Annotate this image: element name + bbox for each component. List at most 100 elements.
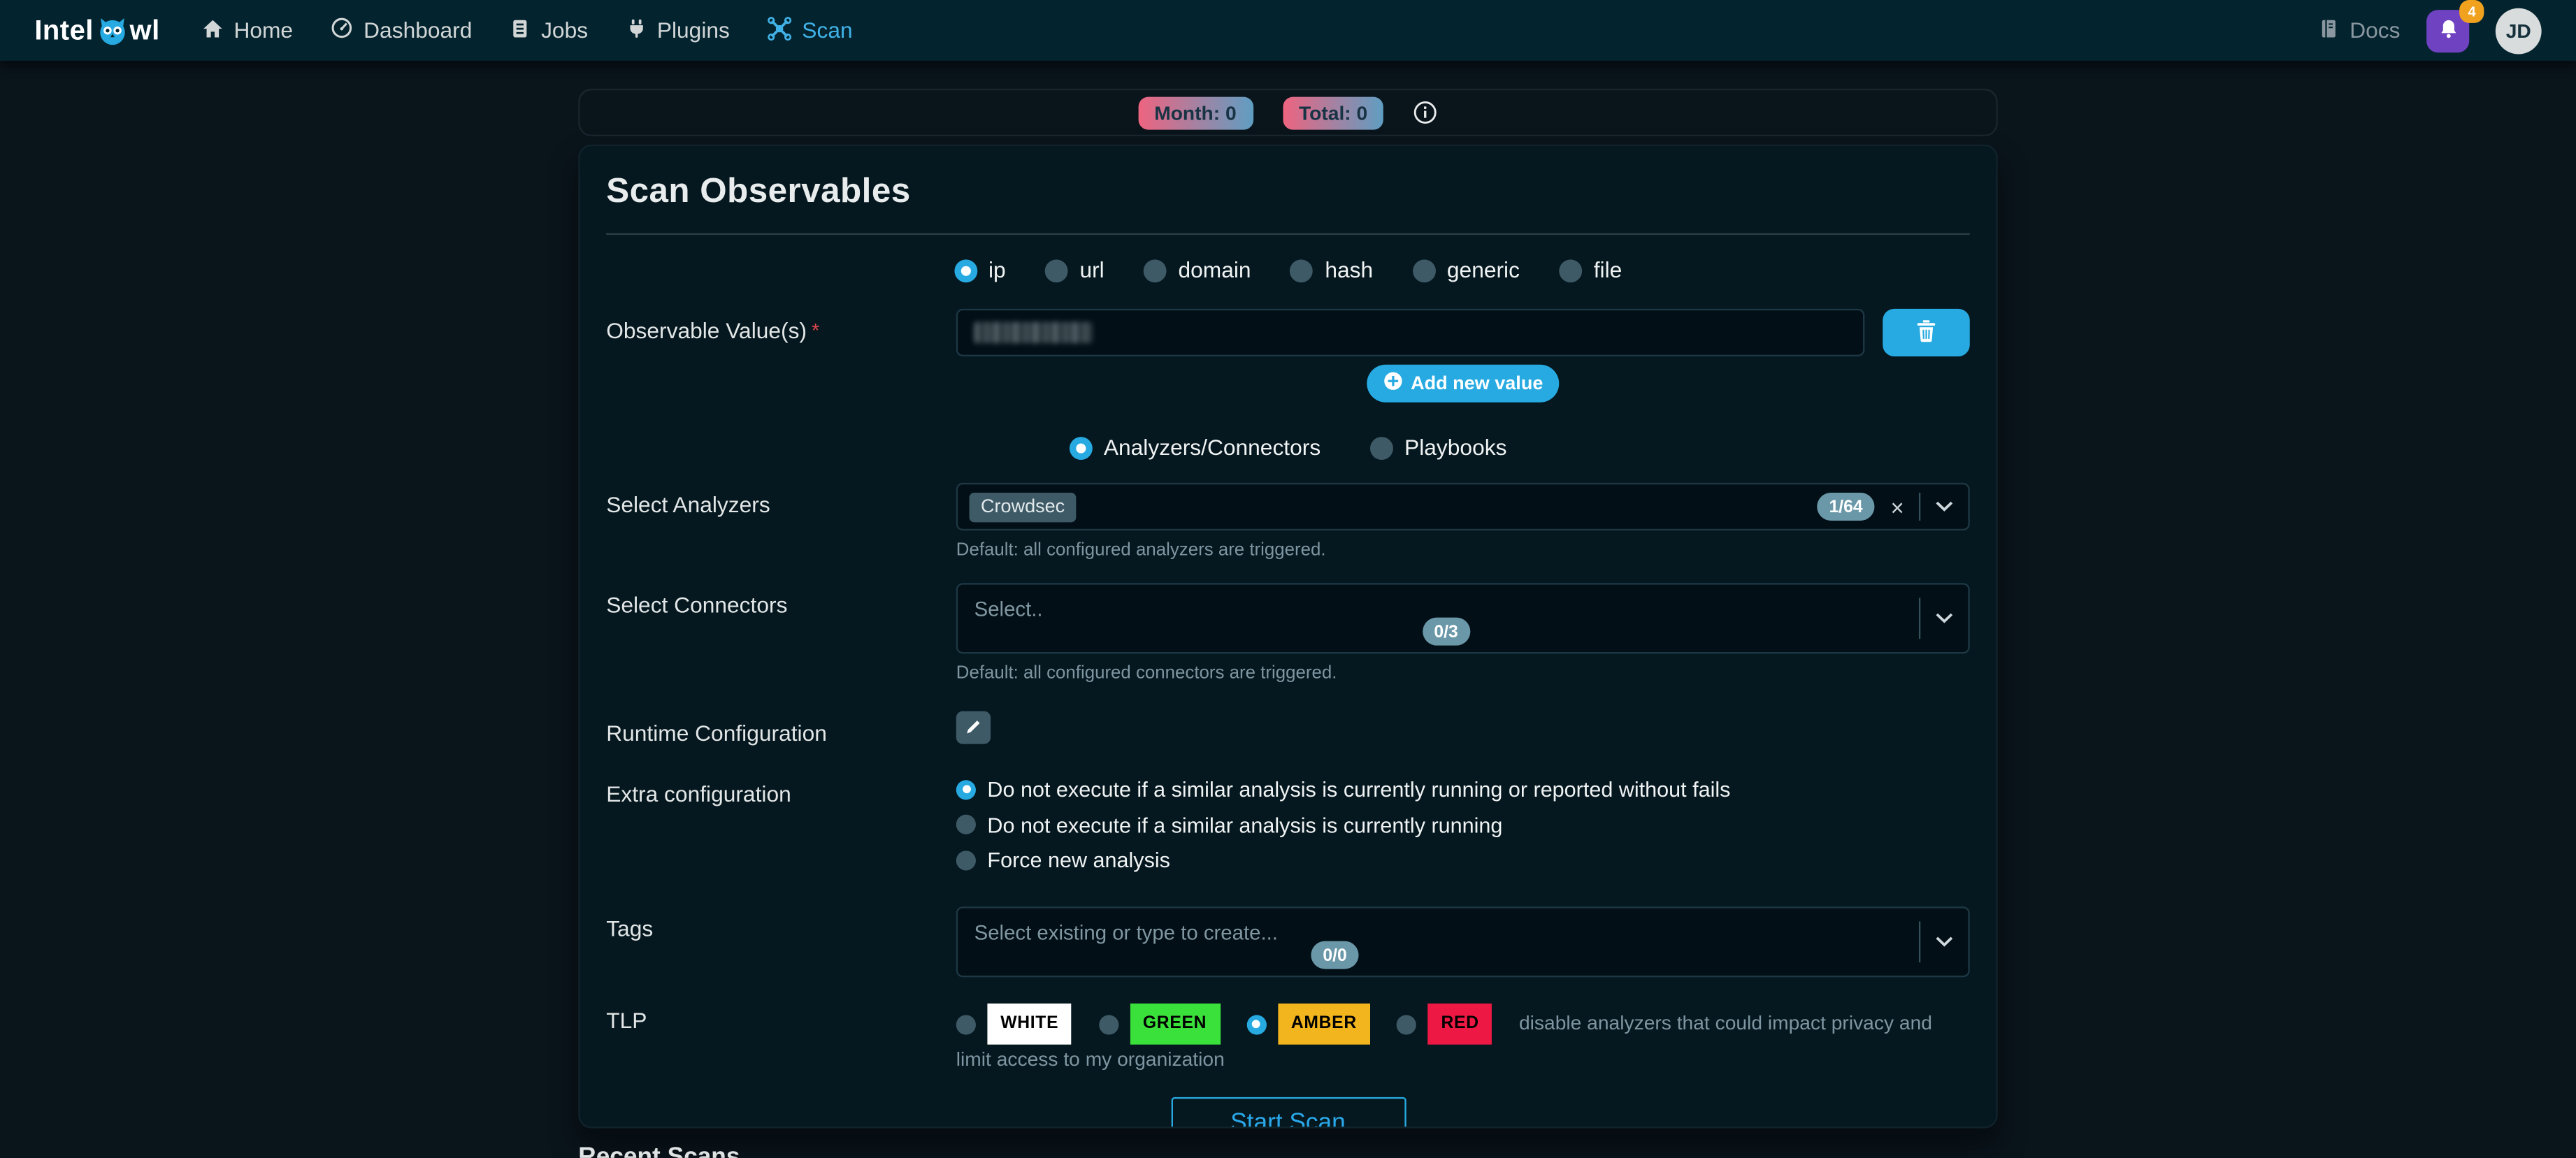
radio-icon (1098, 1014, 1118, 1034)
brand-logo[interactable]: Intel wl (34, 14, 159, 47)
tlp-row: TLP WHITE GREEN AMBER RED dis (606, 999, 1970, 1076)
brand-text-suffix: wl (130, 14, 160, 47)
connectors-multiselect[interactable]: Select.. 0/3 (956, 583, 1970, 653)
type-radio-generic[interactable]: generic (1413, 258, 1520, 282)
analyzers-count-badge: 1/64 (1818, 493, 1874, 521)
analyzers-multiselect[interactable]: Crowdsec 1/64 × (956, 483, 1970, 530)
scan-observables-card: Scan Observables ip url domain hash (578, 145, 1998, 1129)
chevron-down-icon[interactable] (1935, 613, 1953, 624)
docs-link[interactable]: Docs (2319, 17, 2401, 44)
owl-logo-icon (97, 15, 129, 45)
type-radio-ip[interactable]: ip (954, 258, 1006, 282)
nav-item-plugins[interactable]: Plugins (626, 15, 730, 45)
radio-icon (956, 779, 976, 799)
required-asterisk: * (812, 319, 819, 342)
radio-icon (956, 1014, 976, 1034)
docs-label: Docs (2350, 18, 2400, 43)
total-count-badge: Total: 0 (1283, 96, 1384, 129)
month-count-badge: Month: 0 (1138, 96, 1253, 129)
intelowl-scan-page: Intel wl (0, 0, 2576, 1158)
pencil-icon (965, 715, 983, 739)
extra-radio-force-new[interactable]: Force new analysis (956, 848, 1970, 872)
start-scan-button[interactable]: Start Scan (1170, 1097, 1405, 1129)
tlp-radio-white[interactable]: WHITE (956, 1004, 1072, 1045)
delete-value-button[interactable] (1883, 309, 1970, 356)
nav-label: Scan (802, 18, 852, 43)
nav-item-scan[interactable]: Scan (768, 15, 853, 45)
tags-placeholder: Select existing or type to create... (974, 921, 1278, 944)
radio-icon (1397, 1014, 1416, 1034)
user-avatar[interactable]: JD (2496, 8, 2542, 54)
brand-text-prefix: Intel (34, 14, 93, 47)
extra-radio-no-execute-reported[interactable]: Do not execute if a similar analysis is … (956, 777, 1970, 802)
add-new-value-button[interactable]: Add new value (1367, 365, 1560, 403)
select-connectors-label: Select Connectors (606, 583, 956, 683)
quota-stats-bar: Month: 0 Total: 0 (578, 89, 1998, 136)
mode-radio-analyzers-connectors[interactable]: Analyzers/Connectors (1069, 435, 1321, 460)
nav-label: Home (233, 18, 293, 43)
connectors-placeholder: Select.. (974, 598, 1043, 621)
radio-icon (1144, 259, 1167, 282)
type-radio-domain[interactable]: domain (1144, 258, 1251, 282)
title-divider (606, 233, 1970, 235)
navbar-right: Docs 4 JD (2319, 8, 2542, 54)
plus-circle-icon (1383, 371, 1402, 396)
notification-count-badge: 4 (2460, 0, 2484, 22)
clear-selection-icon[interactable]: × (1891, 495, 1904, 519)
analyzers-helper-text: Default: all configured analyzers are tr… (956, 540, 1970, 560)
tlp-white-badge: WHITE (987, 1004, 1072, 1045)
radio-icon (1045, 259, 1068, 282)
observable-value-input[interactable] (956, 309, 1865, 356)
bell-icon (2437, 17, 2459, 44)
runtime-configuration-row: Runtime Configuration (606, 711, 1970, 746)
mode-radio-playbooks[interactable]: Playbooks (1370, 435, 1507, 460)
plugin-mode-radio-group: Analyzers/Connectors Playbooks (606, 435, 1970, 460)
type-radio-url[interactable]: url (1045, 258, 1104, 282)
radio-icon (954, 259, 977, 282)
tags-count-badge: 0/0 (1311, 941, 1358, 969)
tlp-radio-red[interactable]: RED (1397, 1004, 1492, 1045)
nav-item-jobs[interactable]: Jobs (510, 15, 588, 45)
chevron-down-icon[interactable] (1935, 936, 1953, 948)
select-analyzers-label: Select Analyzers (606, 483, 956, 560)
control-divider (1919, 921, 1920, 962)
observable-value-label: Observable Value(s)* (606, 309, 956, 403)
redacted-value-blur (974, 322, 1093, 344)
extra-configuration-label: Extra configuration (606, 772, 956, 872)
tags-row: Tags Select existing or type to create..… (606, 906, 1970, 977)
nav-item-home[interactable]: Home (203, 15, 293, 45)
jobs-data-icon (510, 17, 531, 44)
radio-icon (1413, 259, 1436, 282)
connectors-count-badge: 0/3 (1423, 618, 1469, 646)
radio-icon (1290, 259, 1314, 282)
chevron-down-icon[interactable] (1935, 501, 1953, 512)
radio-icon (1559, 259, 1582, 282)
connectors-helper-text: Default: all configured connectors are t… (956, 663, 1970, 683)
nav-item-dashboard[interactable]: Dashboard (331, 15, 472, 45)
book-icon (2319, 17, 2340, 44)
quota-info-icon[interactable] (1413, 100, 1438, 124)
tlp-radio-amber[interactable]: AMBER (1246, 1004, 1369, 1045)
runtime-configuration-label: Runtime Configuration (606, 711, 956, 746)
tags-label: Tags (606, 906, 956, 977)
notifications-button[interactable]: 4 (2426, 9, 2469, 52)
tlp-radio-green[interactable]: GREEN (1098, 1004, 1220, 1045)
home-icon (203, 17, 224, 44)
plugins-plug-icon (626, 17, 647, 44)
type-radio-hash[interactable]: hash (1290, 258, 1373, 282)
main-nav: Home Dashboard (203, 15, 853, 45)
dashboard-gauge-icon (331, 17, 354, 45)
extra-radio-no-execute-running[interactable]: Do not execute if a similar analysis is … (956, 812, 1970, 837)
trash-icon (1915, 318, 1937, 347)
top-navbar: Intel wl (0, 0, 2576, 61)
control-divider (1919, 598, 1920, 639)
edit-runtime-config-button[interactable] (956, 711, 991, 744)
tlp-red-badge: RED (1428, 1004, 1492, 1045)
tlp-label: TLP (606, 999, 956, 1076)
radio-icon (1246, 1014, 1266, 1034)
tags-multiselect[interactable]: Select existing or type to create... 0/0 (956, 906, 1970, 977)
select-analyzers-row: Select Analyzers Crowdsec 1/64 × Default… (606, 483, 1970, 560)
type-radio-file[interactable]: file (1559, 258, 1622, 282)
nav-label: Jobs (541, 18, 588, 43)
radio-icon (1370, 436, 1393, 459)
